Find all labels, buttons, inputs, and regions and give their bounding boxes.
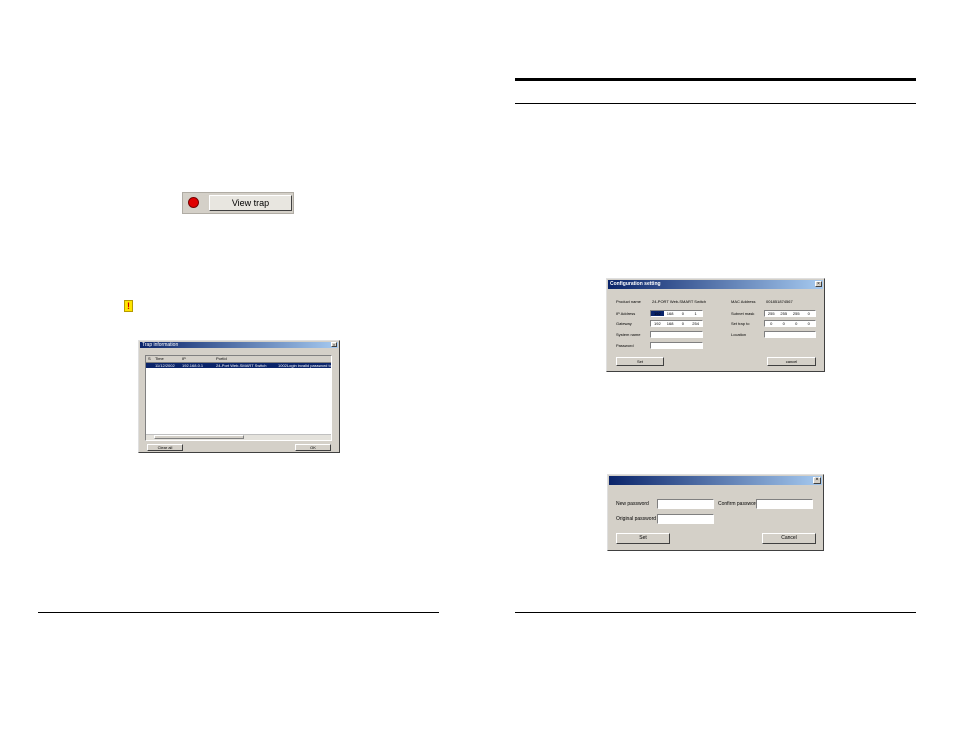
view-trap-button[interactable]: View trap xyxy=(209,195,292,211)
trap-window-title: Trap information xyxy=(142,342,179,348)
trap-octet-4[interactable]: 0 xyxy=(803,321,816,326)
gateway-octet-4[interactable]: 254 xyxy=(689,321,702,326)
footer-rule-left xyxy=(38,612,439,613)
row-time: 11/12/2002 xyxy=(155,363,175,368)
set-password-button[interactable]: Set xyxy=(616,533,670,544)
product-name-label: Product name xyxy=(616,299,641,304)
view-trap-control: View trap xyxy=(182,192,294,214)
header-rule-thin xyxy=(515,103,916,104)
trap-octet-1[interactable]: 0 xyxy=(765,321,778,326)
set-button[interactable]: Set xyxy=(616,357,664,366)
system-name-label: System name xyxy=(616,332,641,337)
column-header-time[interactable]: Time xyxy=(155,356,180,362)
new-password-label: New password xyxy=(616,501,649,507)
trap-octet-3[interactable]: 0 xyxy=(790,321,803,326)
table-row[interactable]: 11/12/2002 192.168.0.1 24-Port Web-SMART… xyxy=(146,363,331,368)
row-port: 24-Port Web-SMART Switch xyxy=(216,363,267,368)
new-password-input[interactable] xyxy=(657,499,714,509)
clear-all-button[interactable]: Clear all xyxy=(147,444,183,451)
password-window-titlebar xyxy=(609,476,822,485)
original-password-label: Original password xyxy=(616,516,657,522)
subnet-mask-label: Subnet mask xyxy=(731,311,755,316)
config-window-close-icon[interactable]: × xyxy=(815,281,822,287)
config-window-titlebar: Configuration setting xyxy=(608,280,823,289)
mac-address-value: 001851874567 xyxy=(766,299,793,304)
password-label: Password xyxy=(616,343,634,348)
system-name-input[interactable] xyxy=(650,331,703,338)
subnet-octet-3[interactable]: 255 xyxy=(790,311,803,316)
trap-list-header: S Time IP PortId xyxy=(146,356,331,363)
set-trap-field[interactable]: 0 0 0 0 xyxy=(764,320,816,327)
config-window-title: Configuration setting xyxy=(610,281,661,287)
ip-octet-2[interactable]: 168 xyxy=(664,311,677,316)
confirm-password-input[interactable] xyxy=(756,499,813,509)
gateway-octet-1[interactable]: 192 xyxy=(651,321,664,326)
location-input[interactable] xyxy=(764,331,816,338)
gateway-label: Gateway xyxy=(616,321,632,326)
ok-button[interactable]: OK xyxy=(295,444,331,451)
horizontal-scrollbar[interactable] xyxy=(146,434,331,440)
ip-address-label: IP Address xyxy=(616,311,636,316)
footer-rule-right xyxy=(515,612,916,613)
password-input[interactable] xyxy=(650,342,703,349)
gateway-octet-2[interactable]: 168 xyxy=(664,321,677,326)
cancel-button[interactable]: cancel xyxy=(767,357,816,366)
location-label: Location xyxy=(731,332,747,337)
trap-window-titlebar: Trap information xyxy=(140,342,338,348)
warning-icon: ! xyxy=(124,300,133,312)
ip-octet-1[interactable]: 192 xyxy=(651,311,664,316)
change-password-window: × New password Confirm password Original… xyxy=(607,474,824,551)
subnet-mask-field[interactable]: 255 255 255 0 xyxy=(764,310,816,317)
subnet-octet-2[interactable]: 255 xyxy=(778,311,791,316)
ip-octet-4[interactable]: 1 xyxy=(689,311,702,316)
product-name-value: 24-PORT Web-SMART Switch xyxy=(652,299,707,304)
gateway-field[interactable]: 192 168 0 254 xyxy=(650,320,703,327)
header-rule-thick xyxy=(515,78,916,81)
trap-octet-2[interactable]: 0 xyxy=(778,321,791,326)
password-window-close-icon[interactable]: × xyxy=(813,477,821,484)
column-header-portid[interactable]: PortId xyxy=(216,356,276,362)
gateway-octet-3[interactable]: 0 xyxy=(677,321,690,326)
row-ip: 192.168.0.1 xyxy=(182,363,204,368)
configuration-setting-window: Configuration setting × Product name 24-… xyxy=(606,278,825,372)
cancel-password-button[interactable]: Cancel xyxy=(762,533,816,544)
trap-information-window: Trap information × S Time IP PortId 11/1… xyxy=(138,340,340,453)
column-header-status[interactable]: S xyxy=(148,356,154,362)
original-password-input[interactable] xyxy=(657,514,714,524)
mac-address-label: MAC Address xyxy=(731,299,756,304)
column-header-ip[interactable]: IP xyxy=(182,356,212,362)
set-trap-label: Set trap to xyxy=(731,321,750,326)
trap-list[interactable]: S Time IP PortId 11/12/2002 192.168.0.1 … xyxy=(145,355,332,441)
confirm-password-label: Confirm password xyxy=(718,501,759,507)
subnet-octet-1[interactable]: 255 xyxy=(765,311,778,316)
trap-indicator-icon xyxy=(188,197,199,208)
trap-window-close-icon[interactable]: × xyxy=(331,342,337,347)
scrollbar-thumb[interactable] xyxy=(154,435,244,439)
row-description: 1002Login invalid password to xyxy=(278,363,331,368)
subnet-octet-4[interactable]: 0 xyxy=(803,311,816,316)
ip-address-field[interactable]: 192 168 0 1 xyxy=(650,310,703,317)
ip-octet-3[interactable]: 0 xyxy=(677,311,690,316)
